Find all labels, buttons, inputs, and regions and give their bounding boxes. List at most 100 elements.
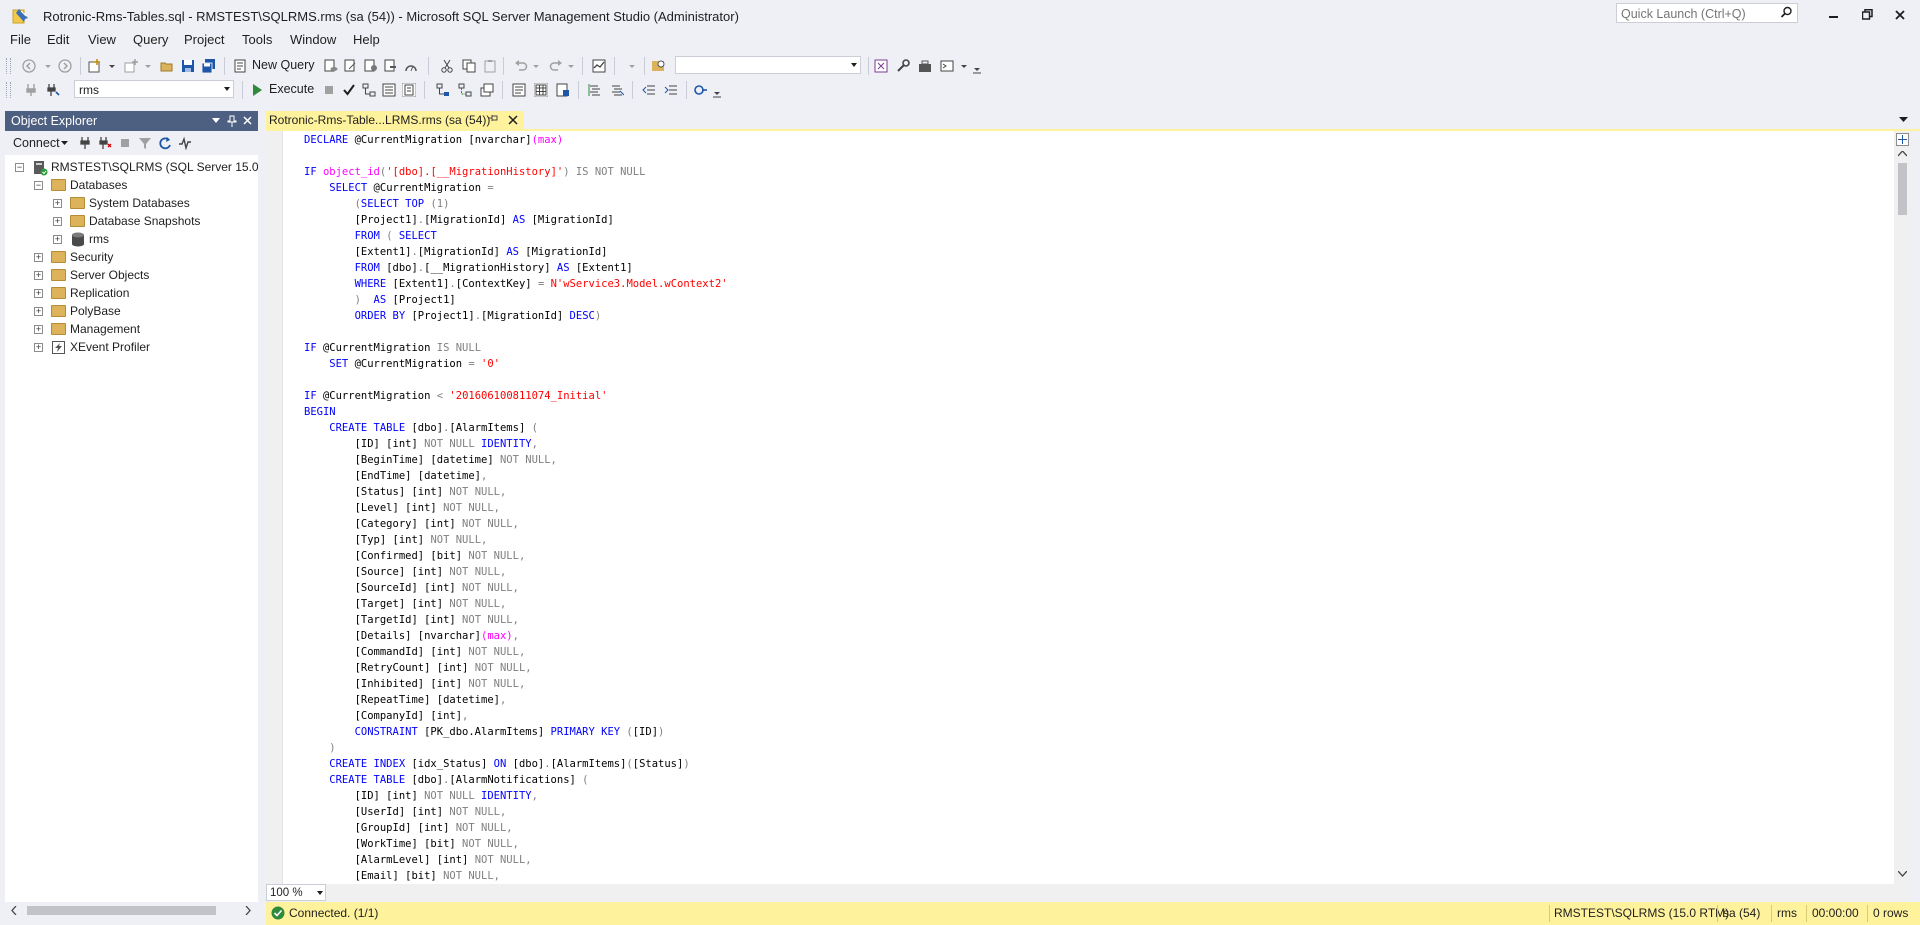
search-icon[interactable] — [1780, 6, 1793, 19]
tree-node-databases[interactable]: − Databases — [5, 177, 258, 195]
command-window-icon[interactable] — [940, 59, 954, 73]
editor-vertical-scrollbar[interactable] — [1894, 131, 1911, 884]
execute-icon[interactable] — [250, 83, 264, 97]
menu-query[interactable]: Query — [133, 32, 168, 47]
close-window-button[interactable] — [1885, 4, 1915, 26]
code-line[interactable]: [RetryCount] [int] NOT NULL, — [304, 660, 728, 676]
tree-node-server-objects[interactable]: + Server Objects — [5, 267, 258, 285]
tab-list-dropdown-icon[interactable] — [1899, 117, 1908, 123]
menu-tools[interactable]: Tools — [242, 32, 272, 47]
execute-button[interactable]: Execute — [269, 82, 314, 96]
menu-window[interactable]: Window — [290, 32, 336, 47]
code-line[interactable]: [CompanyId] [int], — [304, 708, 728, 724]
paste-icon[interactable] — [483, 59, 497, 73]
editor-selection-margin[interactable] — [266, 131, 283, 884]
live-query-statistics-icon[interactable] — [458, 83, 472, 97]
code-line[interactable]: [Email] [bit] NOT NULL, — [304, 868, 728, 884]
code-line[interactable]: [Project1].[MigrationId] AS [MigrationId… — [304, 212, 728, 228]
new-project-icon[interactable] — [88, 59, 102, 73]
tree-node-server[interactable]: − RMSTEST\SQLRMS (SQL Server 15.0.20 — [5, 159, 258, 177]
panel-menu-dropdown-icon[interactable] — [212, 118, 220, 124]
code-line[interactable] — [304, 372, 728, 388]
zoom-combo[interactable]: 100 % — [266, 884, 326, 901]
open-file-icon[interactable] — [160, 59, 174, 73]
scrollbar-thumb[interactable] — [27, 906, 216, 915]
expand-icon[interactable]: + — [34, 271, 43, 280]
activity-monitor-icon[interactable] — [592, 59, 606, 73]
code-line[interactable]: [ID] [int] NOT NULL IDENTITY, — [304, 436, 728, 452]
database-engine-query-icon[interactable] — [324, 59, 338, 73]
tree-node-management[interactable]: + Management — [5, 321, 258, 339]
oe-connect-icon[interactable] — [78, 136, 92, 150]
filter-icon[interactable] — [138, 136, 152, 150]
code-line[interactable]: CREATE TABLE [dbo].[AlarmNotifications] … — [304, 772, 728, 788]
code-line[interactable]: BEGIN — [304, 404, 728, 420]
menu-help[interactable]: Help — [353, 32, 380, 47]
menu-view[interactable]: View — [88, 32, 116, 47]
restore-button[interactable] — [1852, 4, 1882, 26]
code-line[interactable]: CONSTRAINT [PK_dbo.AlarmItems] PRIMARY K… — [304, 724, 728, 740]
code-line[interactable]: [Inhibited] [int] NOT NULL, — [304, 676, 728, 692]
scrollbar-thumb[interactable] — [1898, 163, 1907, 215]
results-to-grid-icon[interactable] — [534, 83, 548, 97]
code-line[interactable] — [304, 324, 728, 340]
template-explorer-icon[interactable] — [874, 59, 888, 73]
cancel-query-icon[interactable] — [322, 83, 336, 97]
tree-node-xevent-profiler[interactable]: + XEvent Profiler — [5, 339, 258, 357]
code-line[interactable]: IF object_id('[dbo].[__MigrationHistory]… — [304, 164, 728, 180]
new-project-dropdown-icon[interactable] — [108, 59, 116, 73]
add-item-icon[interactable] — [124, 59, 138, 73]
results-to-text-icon[interactable] — [512, 83, 526, 97]
code-line[interactable]: [Typ] [int] NOT NULL, — [304, 532, 728, 548]
expand-icon[interactable]: + — [34, 307, 43, 316]
code-line[interactable]: [AlarmLevel] [int] NOT NULL, — [304, 852, 728, 868]
intellisense-toggle-icon[interactable] — [402, 83, 416, 97]
back-dropdown-icon[interactable] — [44, 59, 52, 73]
increase-indent-icon[interactable] — [664, 83, 678, 97]
oe-disconnect-icon[interactable] — [98, 136, 112, 150]
code-line[interactable]: WHERE [Extent1].[ContextKey] = N'wServic… — [304, 276, 728, 292]
scroll-right-icon[interactable] — [245, 906, 251, 915]
scroll-up-icon[interactable] — [1898, 151, 1907, 157]
tree-node-system-databases[interactable]: + System Databases — [5, 195, 258, 213]
code-line[interactable]: [Extent1].[MigrationId] AS [MigrationId] — [304, 244, 728, 260]
code-line[interactable]: [Level] [int] NOT NULL, — [304, 500, 728, 516]
close-tab-icon[interactable] — [508, 115, 518, 125]
code-line[interactable]: IF @CurrentMigration < '201606100811074_… — [304, 388, 728, 404]
parse-checkmark-icon[interactable] — [342, 83, 356, 97]
find-in-files-icon[interactable] — [652, 59, 666, 73]
menu-edit[interactable]: Edit — [47, 32, 69, 47]
new-query-button[interactable]: New Query — [252, 58, 315, 72]
stop-icon[interactable] — [118, 136, 132, 150]
cut-icon[interactable] — [440, 59, 454, 73]
expand-icon[interactable]: + — [34, 343, 43, 352]
undo-dropdown-icon[interactable] — [532, 59, 540, 73]
new-query-icon[interactable] — [233, 59, 247, 73]
save-icon[interactable] — [181, 59, 195, 73]
redo-dropdown-icon[interactable] — [567, 59, 575, 73]
toolbar-overflow-icon[interactable] — [712, 86, 722, 100]
code-line[interactable]: ) AS [Project1] — [304, 292, 728, 308]
client-statistics-icon[interactable] — [480, 83, 494, 97]
command-dropdown-icon[interactable] — [960, 59, 968, 73]
query-options-icon[interactable] — [382, 83, 396, 97]
toolbar-grip[interactable] — [6, 58, 11, 74]
minimize-button[interactable] — [1819, 4, 1849, 26]
display-estimated-plan-icon[interactable] — [362, 83, 376, 97]
object-explorer-horizontal-scrollbar[interactable] — [5, 902, 258, 919]
quick-launch-box[interactable] — [1616, 3, 1798, 23]
code-line[interactable]: [Status] [int] NOT NULL, — [304, 484, 728, 500]
code-line[interactable]: (SELECT TOP (1) — [304, 196, 728, 212]
activity-monitor-icon[interactable] — [178, 136, 192, 150]
back-icon[interactable] — [22, 59, 36, 73]
split-editor-icon[interactable] — [1896, 133, 1909, 146]
code-line[interactable]: [Confirmed] [bit] NOT NULL, — [304, 548, 728, 564]
document-tab[interactable]: Rotronic-Rms-Table...LRMS.rms (sa (54)) — [266, 111, 524, 129]
scroll-left-icon[interactable] — [11, 906, 17, 915]
tree-node-polybase[interactable]: + PolyBase — [5, 303, 258, 321]
connect-chevron-down-icon[interactable] — [61, 141, 68, 146]
code-line[interactable]: FROM ( SELECT — [304, 228, 728, 244]
code-line[interactable]: ) — [304, 740, 728, 756]
tree-node-rms[interactable]: + rms — [5, 231, 258, 249]
code-line[interactable]: [UserId] [int] NOT NULL, — [304, 804, 728, 820]
